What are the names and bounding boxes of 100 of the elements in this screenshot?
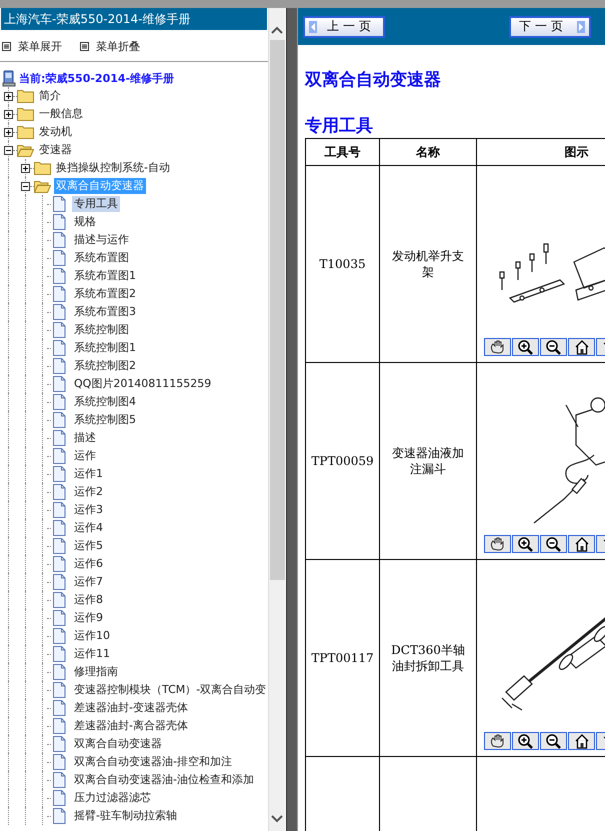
scrollbar-thumb[interactable] bbox=[270, 40, 284, 580]
document-icon bbox=[53, 646, 66, 662]
home-button[interactable] bbox=[568, 732, 595, 750]
folder-icon bbox=[17, 107, 34, 121]
tree-item[interactable]: 系统布置图1 bbox=[72, 268, 138, 284]
folder-icon bbox=[34, 179, 51, 193]
menu-link[interactable]: 菜单折叠 bbox=[80, 39, 140, 53]
document-icon bbox=[53, 286, 66, 302]
document-icon bbox=[53, 250, 66, 266]
home-button[interactable] bbox=[568, 535, 595, 553]
next-page-button[interactable]: 下一页 bbox=[509, 16, 591, 38]
document-icon bbox=[53, 448, 66, 464]
expand-icon[interactable] bbox=[21, 164, 30, 172]
table-cell: T10035 bbox=[306, 166, 380, 362]
zoom-out-button[interactable] bbox=[540, 338, 567, 356]
document-icon bbox=[53, 502, 66, 518]
zoom-in-icon bbox=[518, 536, 534, 552]
tree-item[interactable]: 系统控制图5 bbox=[72, 412, 138, 428]
pan-button[interactable] bbox=[484, 732, 511, 750]
tree-item[interactable]: 系统控制图1 bbox=[72, 340, 138, 356]
tree-item[interactable]: 运作9 bbox=[72, 610, 105, 626]
scroll-down-icon[interactable] bbox=[271, 815, 283, 823]
hand-icon bbox=[490, 340, 506, 354]
document-icon bbox=[53, 376, 66, 392]
document-icon bbox=[53, 808, 66, 824]
list-icon bbox=[80, 42, 89, 50]
document-icon bbox=[53, 664, 66, 680]
tree-item[interactable]: 运作1 bbox=[72, 466, 105, 482]
tree-item[interactable]: 摇臂-驻车制动拉索轴 bbox=[72, 808, 179, 824]
folder-icon bbox=[17, 125, 34, 139]
tree-item[interactable]: 运作7 bbox=[72, 574, 105, 590]
tree-item[interactable]: 一般信息 bbox=[37, 106, 85, 122]
scroll-up-icon[interactable] bbox=[271, 26, 283, 34]
tree-item[interactable]: 运作11 bbox=[72, 646, 112, 662]
expand-icon[interactable] bbox=[4, 110, 13, 118]
document-icon bbox=[53, 610, 66, 626]
tree-item[interactable]: 规格 bbox=[72, 214, 98, 230]
tree-item[interactable]: 双离合自动变速器油-排空和加注 bbox=[72, 754, 234, 770]
tree-item[interactable]: 压力过滤器滤芯 bbox=[72, 790, 153, 806]
computer-icon bbox=[2, 70, 16, 86]
expand-icon[interactable] bbox=[4, 128, 13, 136]
tree-item[interactable]: 系统布置图 bbox=[72, 250, 131, 266]
scrollbar[interactable] bbox=[268, 8, 285, 831]
pan-button[interactable] bbox=[484, 338, 511, 356]
tree-item[interactable]: 简介 bbox=[37, 88, 63, 104]
document-icon bbox=[53, 736, 66, 752]
left-arrow-icon bbox=[309, 20, 317, 32]
tree-item[interactable]: 双离合自动变速器油-油位检查和添加 bbox=[72, 772, 256, 788]
tree-root[interactable]: 当前:荣威550-2014-维修手册 bbox=[19, 70, 174, 86]
zoom-in-icon bbox=[518, 734, 534, 748]
zoom-in-button[interactable] bbox=[512, 732, 539, 750]
section-heading: 双离合自动变速器 bbox=[305, 69, 442, 91]
table-cell: DCT360半轴油封拆卸工具 bbox=[380, 560, 476, 756]
zoom-out-button[interactable] bbox=[540, 535, 567, 553]
zoom-in-button[interactable] bbox=[512, 535, 539, 553]
table-cell: TPT00059 bbox=[306, 362, 380, 560]
tree-item[interactable]: 专用工具 bbox=[72, 196, 120, 212]
tree-item[interactable]: 运作8 bbox=[72, 592, 105, 608]
tree-item[interactable]: 运作2 bbox=[72, 484, 105, 500]
tree-item[interactable]: 描述 bbox=[72, 430, 98, 446]
tree-item[interactable]: 系统布置图2 bbox=[72, 286, 138, 302]
tree-item[interactable]: 运作4 bbox=[72, 520, 105, 536]
tree-item[interactable]: 双离合自动变速器 bbox=[72, 736, 164, 752]
folder-icon bbox=[17, 143, 34, 157]
column-header: 名称 bbox=[380, 138, 476, 166]
document-icon bbox=[53, 394, 66, 410]
home-icon bbox=[574, 340, 590, 354]
pan-button[interactable] bbox=[484, 535, 511, 553]
home-button[interactable] bbox=[568, 338, 595, 356]
tree-item[interactable]: 差速器油封-离合器壳体 bbox=[72, 718, 190, 734]
tree-item[interactable]: 系统控制图2 bbox=[72, 358, 138, 374]
tree-item[interactable]: 描述与运作 bbox=[72, 232, 131, 248]
tree-item[interactable]: 换挡操纵控制系统-自动 bbox=[54, 160, 172, 176]
tree-item[interactable]: 修理指南 bbox=[72, 664, 120, 680]
document-icon bbox=[53, 592, 66, 608]
collapse-icon[interactable] bbox=[4, 146, 13, 154]
zoom-out-button[interactable] bbox=[540, 732, 567, 750]
zoom-out-icon bbox=[546, 734, 562, 748]
tree-item[interactable]: 运作 bbox=[72, 448, 98, 464]
tree-item[interactable]: 运作3 bbox=[72, 502, 105, 518]
zoom-in-button[interactable] bbox=[512, 338, 539, 356]
tree-item[interactable]: QQ图片20140811155259 bbox=[72, 376, 214, 392]
document-icon bbox=[53, 322, 66, 338]
tree-item[interactable]: 差速器油封-变速器壳体 bbox=[72, 700, 190, 716]
tree-item[interactable]: 变速器控制模块（TCM）-双离合自动变 bbox=[72, 682, 268, 698]
collapse-icon[interactable] bbox=[21, 182, 30, 190]
document-icon bbox=[53, 358, 66, 374]
tree-item[interactable]: 变速器 bbox=[37, 142, 74, 158]
tree-item[interactable]: 系统布置图3 bbox=[72, 304, 138, 320]
manual-title: 上海汽车-荣威550-2014-维修手册 bbox=[1, 8, 267, 30]
previous-page-button[interactable]: 上一页 bbox=[303, 16, 385, 38]
tree-item[interactable]: 运作5 bbox=[72, 538, 105, 554]
table-cell: 变速器油液加注漏斗 bbox=[380, 362, 476, 560]
tree-item[interactable]: 系统控制图 bbox=[72, 322, 131, 338]
tree-item[interactable]: 运作10 bbox=[72, 628, 112, 644]
tree-item[interactable]: 发动机 bbox=[37, 124, 74, 140]
tree-item[interactable]: 运作6 bbox=[72, 556, 105, 572]
menu-link[interactable]: 菜单展开 bbox=[2, 39, 62, 53]
expand-icon[interactable] bbox=[4, 92, 13, 100]
tree-item[interactable]: 系统控制图4 bbox=[72, 394, 138, 410]
